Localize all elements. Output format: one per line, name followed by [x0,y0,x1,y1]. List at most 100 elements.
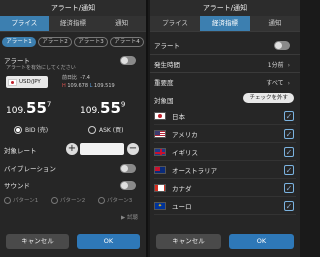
minus-button[interactable]: − [127,143,139,155]
country-row-canada[interactable]: カナダ ✓ [154,179,296,197]
uncheck-all-button[interactable]: チェックを外す [243,93,294,103]
high-value: 109.678 [67,83,89,89]
importance-value: すべて › [266,79,290,87]
screen-title: アラート/通知 [150,0,300,16]
cancel-button[interactable]: キャンセル [156,234,221,249]
ok-button[interactable]: OK [229,234,294,249]
uk-flag-icon [154,147,166,156]
time-label: 発生時間 [154,61,180,69]
country-label: 対象国 [154,97,174,105]
tab-economic[interactable]: 経済指標 [200,16,250,31]
japan-flag-icon [154,111,166,120]
country-name: カナダ [172,184,192,193]
country-row-uk[interactable]: イギリス ✓ [154,143,296,161]
country-name: アメリカ [172,130,198,139]
target-rate-input[interactable] [80,143,124,155]
alert-pill-4[interactable]: アラート4 [110,37,144,47]
alert-pill-2[interactable]: アラート2 [38,37,72,47]
change-value: -7.4 [80,75,90,81]
ask-price-tiny: 9 [120,100,126,109]
canada-flag-icon [154,183,166,192]
country-row-japan[interactable]: 日本 ✓ [154,107,296,125]
pattern-label: パターン1 [13,198,39,204]
importance-label: 重要度 [154,79,174,87]
tab-bar: プライス 経済指標 通知 [150,16,300,32]
pair-label: USD/JPY [19,79,41,85]
sound-toggle[interactable] [120,180,136,190]
ask-price-small: 109. [80,106,101,116]
alert-label: アラート [154,42,180,50]
screen-title: アラート/通知 [0,0,146,16]
country-checkbox[interactable]: ✓ [284,146,294,157]
preview-button[interactable]: ▶ 試聴 [121,213,138,221]
bid-price-big: 55 [26,99,47,117]
tab-price[interactable]: プライス [150,16,200,31]
time-row[interactable]: 発生時間 1分前 › [154,59,296,69]
action-bar: キャンセル OK [156,234,294,249]
high-label: H [62,83,66,89]
sound-label: サウンド [4,182,30,190]
chevron-right-icon: › [287,61,290,69]
change-label: 前日比 [62,75,78,81]
pattern-2[interactable]: パターン2 [51,196,95,204]
pattern-label: パターン3 [107,198,133,204]
target-rate-label: 対象レート [4,147,37,155]
bid-price: 109.557 [6,98,64,120]
cancel-button[interactable]: キャンセル [6,234,69,249]
alert-pill-1[interactable]: アラート1 [2,37,36,47]
economic-alert-screen: アラート/通知 プライス 経済指標 通知 アラート 発生時間 1分前 › 重要度 … [150,0,300,257]
vibration-toggle[interactable] [120,163,136,173]
country-row-euro[interactable]: ✦ ユーロ ✓ [154,197,296,215]
alert-selector: アラート1 アラート2 アラート3 アラート4 [2,37,144,47]
ok-button[interactable]: OK [77,234,140,249]
alert-toggle[interactable] [120,55,136,65]
bid-radio-icon [14,125,22,134]
country-checkbox[interactable]: ✓ [284,110,294,121]
country-name: イギリス [172,148,198,157]
price-stats: 前日比 -7.4 H 109.678 L 109.519 [62,74,115,90]
alert-toggle[interactable] [274,40,290,50]
ask-price: 109.559 [80,98,138,120]
eu-flag-icon: ✦ [154,201,166,210]
preview-label: 試聴 [126,215,138,221]
price-alert-screen: アラート/通知 プライス 経済指標 通知 アラート1 アラート2 アラート3 ア… [0,0,148,257]
pattern-radio-icon [98,196,105,204]
time-value: 1分前 › [267,61,290,69]
pattern-radio-icon [4,196,11,204]
us-flag-icon [154,129,166,138]
sound-row: サウンド [4,180,142,190]
tab-price[interactable]: プライス [0,16,49,31]
tab-notify[interactable]: 通知 [97,16,146,31]
tab-economic[interactable]: 経済指標 [48,16,98,31]
australia-flag-icon [154,165,166,174]
alert-pill-3[interactable]: アラート3 [74,37,108,47]
low-value: 109.519 [94,83,115,89]
country-checkbox[interactable]: ✓ [284,182,294,193]
country-checkbox[interactable]: ✓ [284,128,294,139]
country-name: オーストラリア [172,166,218,175]
tab-notify[interactable]: 通知 [250,16,300,31]
bid-radio[interactable]: BID (売) [14,125,48,134]
country-row-australia[interactable]: オーストラリア ✓ [154,161,296,179]
pattern-1[interactable]: パターン1 [4,196,48,204]
ask-price-big: 55 [100,99,121,117]
country-checkbox[interactable]: ✓ [284,200,294,211]
currency-pair-selector[interactable]: USD/JPY [6,76,48,88]
pattern-radio-icon [51,196,58,204]
ask-radio-icon [88,125,96,134]
country-name: ユーロ [172,202,192,211]
country-checkbox[interactable]: ✓ [284,164,294,175]
pattern-3[interactable]: パターン3 [98,196,142,204]
chevron-right-icon: › [287,79,290,87]
alert-note: アラートを有効にしてください [6,65,76,71]
tab-bar: プライス 経済指標 通知 [0,16,146,32]
ask-label: ASK (買) [99,127,124,134]
low-label: L [89,83,93,89]
vibration-row: バイブレーション [4,163,142,173]
vibration-label: バイブレーション [4,165,56,173]
bid-label: BID (売) [25,127,49,134]
country-row-usa[interactable]: アメリカ ✓ [154,125,296,143]
plus-button[interactable]: + [66,143,78,155]
ask-radio[interactable]: ASK (買) [88,125,123,134]
importance-row[interactable]: 重要度 すべて › [154,77,296,87]
